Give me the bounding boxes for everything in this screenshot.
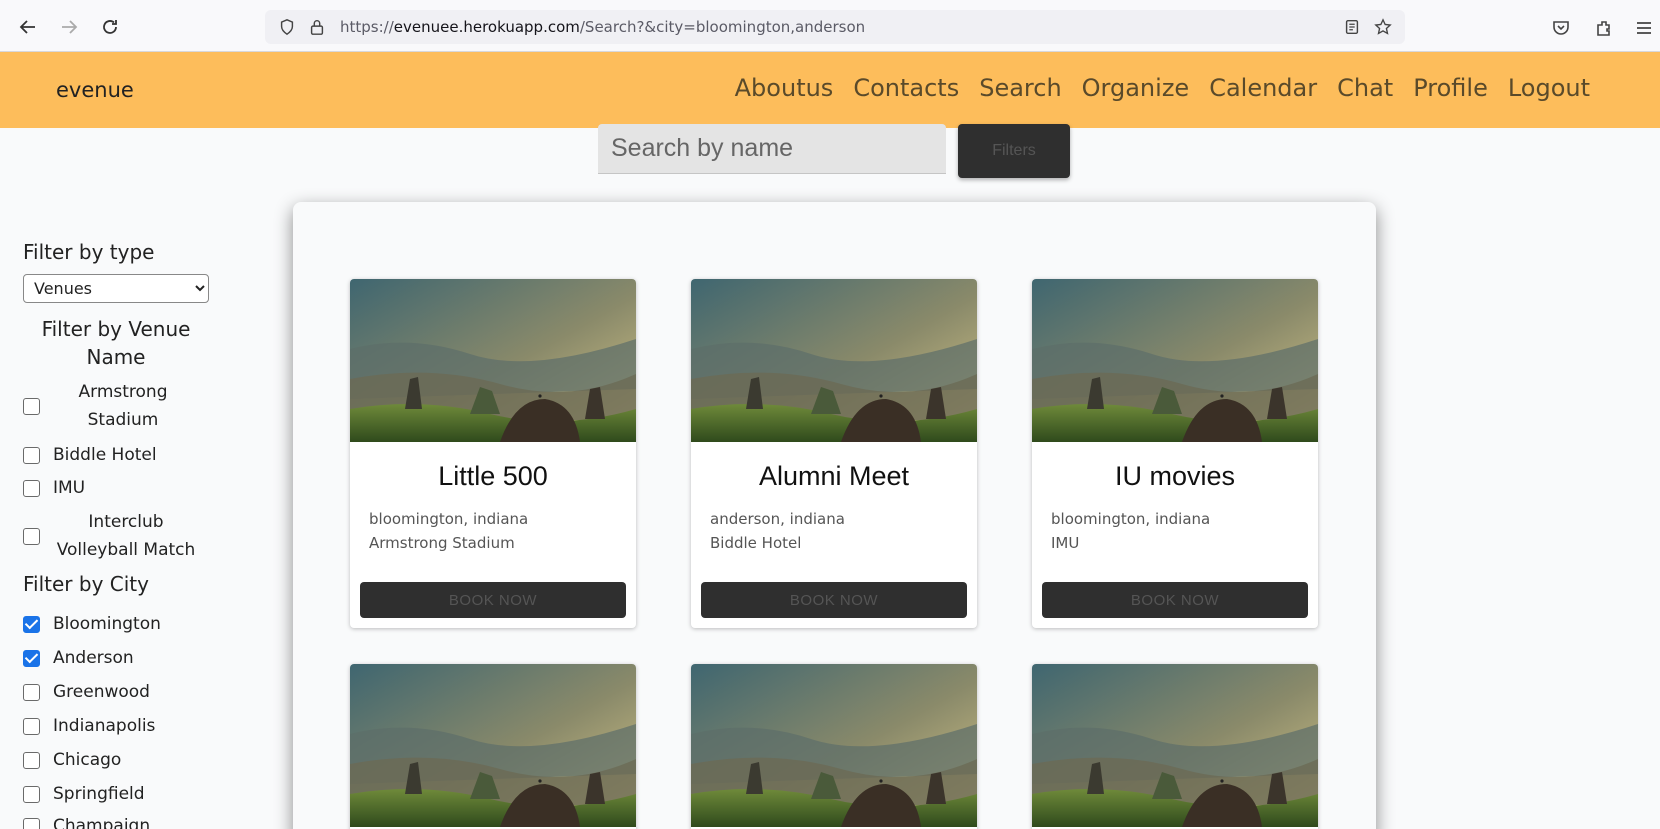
city-checkbox-indianapolis[interactable] — [23, 717, 40, 735]
event-card[interactable] — [350, 664, 636, 829]
landscape-image — [350, 279, 636, 442]
card-title: IU movies — [1114, 461, 1236, 491]
url-text[interactable]: https://evenuee.herokuapp.com/Search?&ci… — [340, 18, 865, 36]
city-label: Anderson — [53, 648, 134, 668]
city-option-chicago[interactable]: Chicago — [23, 750, 121, 770]
address-bar[interactable]: https://evenuee.herokuapp.com/Search?&ci… — [265, 10, 1405, 44]
venue-label: IMU — [53, 478, 86, 498]
book-now-button[interactable]: BOOK NOW — [1042, 582, 1308, 618]
city-checkbox-greenwood[interactable] — [23, 683, 40, 701]
venue-option-armstrong-stadium[interactable]: Armstrong Stadium — [23, 378, 198, 434]
url-path: /Search?&city=bloomington,anderson — [579, 18, 866, 36]
city-option-anderson[interactable]: Anderson — [23, 648, 134, 668]
nav-link-aboutus[interactable]: Aboutus — [735, 74, 834, 102]
landscape-image — [691, 664, 977, 827]
city-option-champaign[interactable]: Champaign — [23, 816, 150, 829]
venue-checkbox-biddle-hotel[interactable] — [23, 446, 40, 464]
venue-label: Biddle Hotel — [53, 445, 157, 465]
url-prefix: https:// — [340, 18, 394, 36]
pocket-icon[interactable] — [1550, 17, 1572, 39]
city-option-bloomington[interactable]: Bloomington — [23, 614, 161, 634]
card-venue: Armstrong Stadium — [369, 534, 515, 552]
nav-link-calendar[interactable]: Calendar — [1209, 74, 1317, 102]
landscape-image — [1032, 279, 1318, 442]
brand-logo[interactable]: evenue — [56, 78, 134, 102]
event-card[interactable]: IU movies bloomington, indiana IMU BOOK … — [1032, 279, 1318, 628]
city-label: Bloomington — [53, 614, 161, 634]
venue-checkbox-armstrong-stadium[interactable] — [23, 397, 40, 415]
landscape-image — [350, 664, 636, 827]
site-navbar: evenue Aboutus Contacts Search Organize … — [0, 52, 1660, 128]
city-label: Indianapolis — [53, 716, 156, 736]
city-label: Champaign — [53, 816, 151, 829]
card-venue: IMU — [1051, 534, 1080, 552]
venue-checkbox-imu[interactable] — [23, 479, 40, 497]
url-host: evenuee.herokuapp.com — [393, 18, 580, 36]
landscape-image — [1032, 664, 1318, 827]
search-input[interactable] — [598, 124, 946, 174]
city-label: Springfield — [53, 784, 145, 804]
nav-link-logout[interactable]: Logout — [1508, 74, 1590, 102]
shield-icon[interactable] — [277, 17, 297, 37]
lock-icon[interactable] — [307, 17, 327, 37]
card-city: bloomington, indiana — [1051, 510, 1211, 528]
venue-label: Armstrong Stadium — [78, 382, 168, 430]
city-checkbox-springfield[interactable] — [23, 785, 40, 803]
menu-icon[interactable] — [1633, 17, 1655, 39]
nav-link-profile[interactable]: Profile — [1413, 74, 1488, 102]
event-card[interactable] — [691, 664, 977, 829]
card-venue: Biddle Hotel — [710, 534, 802, 552]
city-option-springfield[interactable]: Springfield — [23, 784, 145, 804]
city-filter-heading: Filter by City — [23, 572, 149, 596]
card-title: Little 500 — [438, 461, 548, 491]
reader-view-icon[interactable] — [1342, 17, 1362, 37]
type-select[interactable]: Venues — [23, 274, 209, 303]
type-filter-heading: Filter by type — [23, 240, 155, 264]
nav-link-chat[interactable]: Chat — [1337, 74, 1393, 102]
nav-links: Aboutus Contacts Search Organize Calenda… — [735, 74, 1590, 102]
venue-option-biddle-hotel[interactable]: Biddle Hotel — [23, 445, 157, 465]
event-card[interactable]: Alumni Meet anderson, indiana Biddle Hot… — [691, 279, 977, 628]
book-now-button[interactable]: BOOK NOW — [701, 582, 967, 618]
city-checkbox-chicago[interactable] — [23, 751, 40, 769]
book-now-button[interactable]: BOOK NOW — [360, 582, 626, 618]
card-title: Alumni Meet — [758, 461, 910, 491]
venue-option-imu[interactable]: IMU — [23, 478, 85, 498]
city-checkbox-anderson[interactable] — [23, 649, 40, 667]
landscape-image — [691, 279, 977, 442]
venue-option-interclub-volleyball-match[interactable]: Interclub Volleyball Match — [23, 508, 206, 564]
filters-button[interactable]: Filters — [958, 124, 1070, 178]
city-label: Greenwood — [53, 682, 150, 702]
results-panel: Little 500 bloomington, indiana Armstron… — [293, 202, 1376, 829]
browser-toolbar: https://evenuee.herokuapp.com/Search?&ci… — [0, 0, 1660, 52]
nav-link-organize[interactable]: Organize — [1082, 74, 1190, 102]
venue-checkbox-interclub-volleyball-match[interactable] — [23, 527, 40, 545]
city-checkbox-bloomington[interactable] — [23, 615, 40, 633]
venue-filter-heading: Filter by Venue Name — [41, 317, 191, 369]
card-city: bloomington, indiana — [369, 510, 529, 528]
nav-link-search[interactable]: Search — [979, 74, 1061, 102]
city-option-indianapolis[interactable]: Indianapolis — [23, 716, 155, 736]
city-label: Chicago — [53, 750, 122, 770]
extensions-icon[interactable] — [1593, 17, 1615, 39]
forward-arrow-icon[interactable] — [57, 15, 81, 39]
venue-label: Interclub Volleyball Match — [56, 512, 196, 560]
city-checkbox-champaign[interactable] — [23, 817, 40, 829]
event-card[interactable]: Little 500 bloomington, indiana Armstron… — [350, 279, 636, 628]
event-card[interactable] — [1032, 664, 1318, 829]
bookmark-star-icon[interactable] — [1373, 17, 1393, 37]
back-arrow-icon[interactable] — [16, 15, 40, 39]
city-option-greenwood[interactable]: Greenwood — [23, 682, 150, 702]
nav-link-contacts[interactable]: Contacts — [853, 74, 959, 102]
card-city: anderson, indiana — [710, 510, 845, 528]
reload-icon[interactable] — [98, 15, 122, 39]
